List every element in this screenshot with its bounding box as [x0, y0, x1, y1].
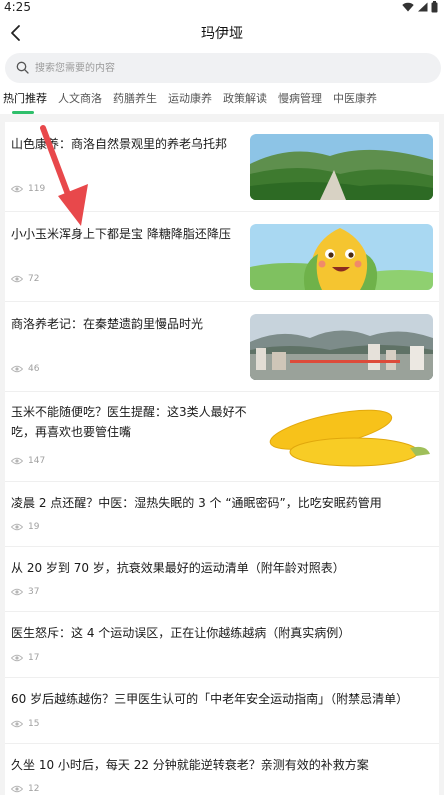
article-thumbnail — [250, 134, 433, 200]
eye-icon — [11, 275, 23, 283]
list-item[interactable]: 医生怒斥：这 4 个运动误区，正在让你越练越病（附真实病例） 17 — [5, 612, 439, 678]
view-count-value: 46 — [28, 364, 40, 374]
article-title: 从 20 岁到 70 岁，抗衰效果最好的运动清单（附年龄对照表） — [11, 561, 345, 575]
tab-humanities[interactable]: 人文商洛 — [55, 88, 110, 114]
article-title: 凌晨 2 点还醒？中医：湿热失眠的 3 个 “通眠密码”，比吃安眠药管用 — [11, 496, 382, 510]
list-item[interactable]: 玉米不能随便吃？医生提醒：这3类人最好不吃，再喜欢也要管住嘴 147 — [5, 392, 439, 482]
status-time: 4:25 — [4, 0, 31, 14]
tab-label: 药膳养生 — [113, 92, 157, 105]
article-list: 山色康养：商洛自然景观里的养老乌托邦 119 小小玉米浑身上下都是宝 降糖降脂还… — [5, 122, 439, 795]
top-app-bar: 玛伊垭 — [0, 16, 444, 50]
eye-icon — [11, 654, 23, 662]
search-bar[interactable] — [5, 53, 441, 83]
tab-hot-recommend[interactable]: 热门推荐 — [0, 88, 55, 114]
view-count-value: 119 — [28, 184, 46, 194]
article-thumbnail — [250, 224, 433, 290]
view-count-value: 72 — [28, 274, 40, 284]
category-tabs: 热门推荐 人文商洛 药膳养生 运动康养 政策解读 慢病管理 中医康养 — [0, 88, 444, 114]
eye-icon — [11, 365, 23, 373]
list-item[interactable]: 60 岁后越练越伤？三甲医生认可的「中老年安全运动指南」（附禁忌清单） 15 — [5, 678, 439, 744]
view-count: 17 — [11, 653, 39, 663]
list-item[interactable]: 商洛养老记：在秦楚遗韵里慢品时光 46 — [5, 302, 439, 392]
tab-tcm-wellness[interactable]: 中医康养 — [330, 88, 385, 114]
view-count: 119 — [11, 184, 45, 194]
status-bar: 4:25 — [0, 0, 444, 16]
eye-icon — [11, 457, 23, 465]
view-count-value: 12 — [28, 784, 40, 794]
status-icons — [402, 1, 438, 13]
corn-cobs-image — [250, 404, 433, 470]
search-input[interactable] — [35, 53, 415, 83]
view-count-value: 17 — [28, 653, 40, 663]
list-item[interactable]: 凌晨 2 点还醒？中医：湿热失眠的 3 个 “通眠密码”，比吃安眠药管用 19 — [5, 482, 439, 547]
list-item[interactable]: 小小玉米浑身上下都是宝 降糖降脂还降压 72 — [5, 212, 439, 302]
tab-chronic-disease[interactable]: 慢病管理 — [275, 88, 330, 114]
page-title: 玛伊垭 — [201, 26, 243, 42]
search-icon — [16, 61, 29, 74]
eye-icon — [11, 720, 23, 728]
list-item[interactable]: 从 20 岁到 70 岁，抗衰效果最好的运动清单（附年龄对照表） 37 — [5, 547, 439, 612]
eye-icon — [11, 523, 23, 531]
article-title: 医生怒斥：这 4 个运动误区，正在让你越练越病（附真实病例） — [11, 626, 351, 640]
view-count: 72 — [11, 274, 39, 284]
city-mountains-image — [250, 314, 433, 380]
wifi-icon — [402, 2, 414, 12]
list-item[interactable]: 山色康养：商洛自然景观里的养老乌托邦 119 — [5, 122, 439, 212]
view-count: 46 — [11, 364, 39, 374]
view-count-value: 19 — [28, 522, 40, 532]
corn-cartoon-image — [250, 224, 433, 290]
search-section — [0, 50, 444, 88]
view-count-value: 37 — [28, 587, 40, 597]
view-count: 147 — [11, 456, 45, 466]
article-title: 商洛养老记：在秦楚遗韵里慢品时光 — [11, 317, 204, 331]
article-thumbnail — [250, 404, 433, 470]
tab-medicinal-diet[interactable]: 药膳养生 — [110, 88, 165, 114]
tab-label: 运动康养 — [168, 92, 212, 105]
article-title: 久坐 10 小时后，每天 22 分钟就能逆转衰老？亲测有效的补救方案 — [11, 758, 369, 772]
article-title: 山色康养：商洛自然景观里的养老乌托邦 — [11, 137, 228, 151]
tab-label: 政策解读 — [223, 92, 267, 105]
view-count: 19 — [11, 522, 39, 532]
view-count: 15 — [11, 719, 39, 729]
tab-policy[interactable]: 政策解读 — [220, 88, 275, 114]
list-item[interactable]: 久坐 10 小时后，每天 22 分钟就能逆转衰老？亲测有效的补救方案 12 — [5, 744, 439, 795]
signal-icon — [418, 2, 428, 12]
article-title: 60 岁后越练越伤？三甲医生认可的「中老年安全运动指南」（附禁忌清单） — [11, 692, 409, 706]
tab-label: 慢病管理 — [278, 92, 322, 105]
article-title: 玉米不能随便吃？医生提醒：这3类人最好不吃，再喜欢也要管住嘴 — [11, 405, 247, 439]
view-count-value: 15 — [28, 719, 40, 729]
article-title: 小小玉米浑身上下都是宝 降糖降脂还降压 — [11, 227, 231, 241]
tab-label: 人文商洛 — [58, 92, 102, 105]
view-count: 12 — [11, 784, 39, 794]
tab-label: 中医康养 — [333, 92, 377, 105]
eye-icon — [11, 785, 23, 793]
article-thumbnail — [250, 314, 433, 380]
view-count-value: 147 — [28, 456, 46, 466]
battery-icon — [431, 1, 438, 13]
active-tab-indicator — [12, 111, 34, 114]
mountain-landscape-image — [250, 134, 433, 200]
eye-icon — [11, 588, 23, 596]
view-count: 37 — [11, 587, 39, 597]
eye-icon — [11, 185, 23, 193]
tab-exercise-wellness[interactable]: 运动康养 — [165, 88, 220, 114]
tab-label: 热门推荐 — [3, 92, 47, 105]
